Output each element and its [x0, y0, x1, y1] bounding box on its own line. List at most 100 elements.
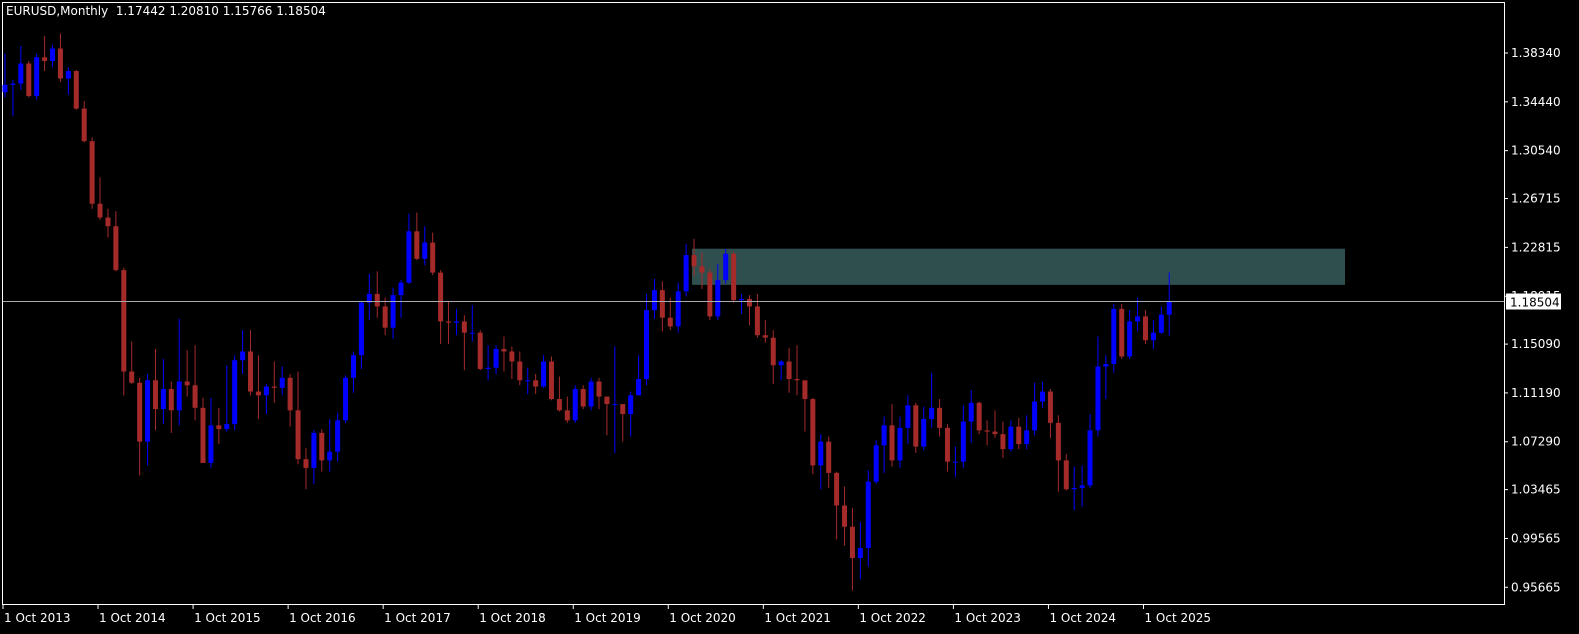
candle: [667, 297, 673, 331]
candle: [802, 380, 808, 432]
candle: [968, 390, 974, 443]
candle: [1008, 420, 1014, 452]
candle: [192, 345, 198, 421]
candle-body: [541, 361, 547, 387]
candle: [849, 507, 855, 591]
y-tick-label: 1.11190: [1511, 386, 1561, 400]
candle: [1000, 421, 1006, 458]
candle: [857, 521, 863, 580]
candle-body: [786, 361, 792, 380]
candle-body: [548, 361, 554, 400]
candle: [548, 356, 554, 401]
candle-body: [240, 351, 246, 361]
candle: [311, 430, 317, 485]
candle-body: [398, 282, 404, 296]
candle: [913, 402, 919, 453]
candle-body: [636, 379, 642, 396]
candle: [248, 330, 254, 396]
candle: [746, 295, 752, 326]
candle: [881, 416, 887, 473]
candle: [42, 35, 48, 72]
ohlc-close: 1.18504: [276, 4, 326, 18]
chart-frame: [2, 2, 1505, 605]
candle: [358, 301, 364, 370]
candle-body: [335, 420, 341, 452]
candle-body: [168, 389, 174, 411]
candle: [651, 278, 657, 319]
candle-body: [327, 451, 333, 461]
candle-body: [691, 255, 697, 267]
candle: [921, 406, 927, 451]
y-tick-label: 1.30540: [1511, 144, 1561, 158]
candle-body: [1000, 434, 1006, 450]
candle-body: [42, 57, 48, 62]
candle: [1087, 414, 1093, 488]
candle-body: [921, 419, 927, 447]
candle-body: [303, 459, 309, 468]
candle-body: [739, 298, 745, 301]
candle-body: [873, 445, 879, 482]
candle-body: [992, 431, 998, 435]
candle: [477, 330, 483, 371]
candle: [18, 45, 24, 90]
y-tick-label: 1.34440: [1511, 95, 1561, 109]
candle-body: [176, 381, 182, 411]
candle-body: [232, 360, 238, 425]
candle: [1135, 297, 1141, 332]
candle-body: [1095, 366, 1101, 431]
y-tick-label: 1.03465: [1511, 483, 1561, 497]
candle: [865, 470, 871, 567]
candle-body: [184, 381, 190, 386]
candle-body: [145, 380, 151, 442]
candle-body: [525, 380, 531, 382]
x-tick-label: 1 Oct 2024: [1049, 611, 1116, 625]
candle-body: [913, 405, 919, 447]
candle: [842, 486, 848, 546]
candle: [628, 391, 634, 437]
candle-body: [976, 402, 982, 431]
candle: [929, 372, 935, 428]
candle-body: [477, 332, 483, 370]
candle-body: [224, 424, 230, 430]
candle-body: [1024, 430, 1030, 445]
candle: [430, 232, 436, 276]
candle-body: [10, 83, 16, 85]
candle-body: [200, 407, 206, 463]
candle: [770, 330, 776, 385]
price-chart[interactable]: 1.383401.344401.305401.267151.228151.189…: [0, 0, 1579, 634]
candle-body: [1158, 314, 1164, 333]
candle: [453, 308, 459, 336]
candle-body: [960, 421, 966, 462]
candle: [34, 53, 40, 100]
x-tick-label: 1 Oct 2020: [669, 611, 736, 625]
candle: [200, 397, 206, 463]
candle-body: [97, 203, 103, 218]
candle: [786, 347, 792, 393]
candle-body: [842, 505, 848, 527]
candle: [493, 345, 499, 375]
candle: [1111, 303, 1117, 373]
candle: [240, 330, 246, 375]
candle-body: [18, 63, 24, 84]
candle-body: [1071, 487, 1077, 490]
candle-body: [1055, 422, 1061, 461]
candle: [10, 79, 16, 117]
candle-body: [1016, 426, 1022, 445]
candle: [382, 297, 388, 336]
candle: [556, 376, 562, 412]
candle-body: [944, 427, 950, 462]
candle-body: [1008, 426, 1014, 450]
candle-body: [1087, 430, 1093, 486]
candle-body: [707, 272, 713, 317]
candle-body: [731, 253, 737, 301]
candle-body: [453, 321, 459, 323]
x-tick-label: 1 Oct 2018: [479, 611, 546, 625]
candle-body: [248, 351, 254, 392]
candle-body: [770, 337, 776, 366]
candle: [390, 287, 396, 339]
candle: [762, 320, 768, 343]
candle: [469, 305, 475, 342]
candle-body: [937, 407, 943, 428]
candle: [414, 212, 420, 261]
candle-body: [319, 432, 325, 461]
